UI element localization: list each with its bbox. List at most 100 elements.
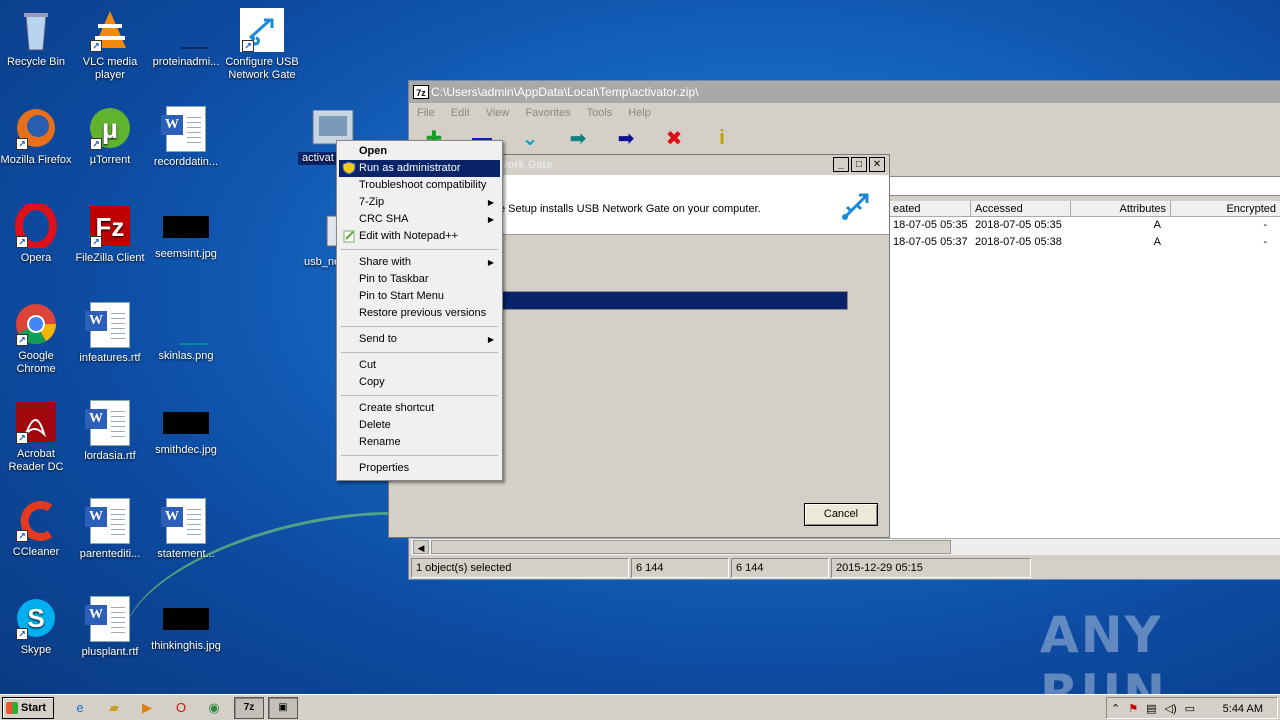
status-size: 6 144: [631, 558, 729, 578]
address-bar[interactable]: [889, 176, 1280, 196]
tray-expand-icon[interactable]: ⌃: [1111, 702, 1120, 715]
setup-message: e Setup installs USB Network Gate on you…: [499, 203, 761, 215]
desktop-icon-opera[interactable]: ↗ Opera: [0, 202, 74, 265]
action-center-icon[interactable]: ⚑: [1128, 702, 1138, 715]
delete-icon[interactable]: ✖: [661, 125, 687, 151]
svg-text:µ: µ: [102, 113, 118, 144]
test-icon[interactable]: ⌄: [517, 125, 543, 151]
usb-gate-icon: ↗: [240, 8, 284, 52]
volume-icon[interactable]: ◁): [1165, 702, 1177, 715]
desktop-icon-chrome[interactable]: ↗ Google Chrome: [0, 302, 74, 376]
table-row[interactable]: 18-07-05 05:35 2018-07-05 05:35 A -: [889, 217, 1280, 234]
menu-item-share-with[interactable]: Share with ▶: [339, 254, 500, 271]
desktop-icon-infeatures[interactable]: W infeatures.rtf: [72, 302, 148, 365]
scroll-left-icon[interactable]: ◀: [413, 540, 429, 554]
column-accessed[interactable]: Accessed: [971, 201, 1071, 216]
menu-edit[interactable]: Edit: [451, 103, 470, 123]
progress-bar: [501, 291, 848, 310]
menu-item-7zip[interactable]: 7-Zip ▶: [339, 194, 500, 211]
desktop-icon-filezilla[interactable]: Fz ↗ FileZilla Client: [72, 204, 148, 265]
menu-item-run-as-administrator[interactable]: Run as administrator: [339, 160, 500, 177]
opera-taskbar-icon[interactable]: O: [171, 698, 191, 718]
clock[interactable]: 5:44 AM: [1223, 698, 1263, 720]
desktop-icon-parentediti[interactable]: W parentediti...: [72, 498, 148, 561]
desktop-icon-statement[interactable]: W statement...: [148, 498, 224, 561]
network-icon[interactable]: ▤: [1146, 702, 1156, 715]
desktop-icon-acrobat[interactable]: ↗ Acrobat Reader DC: [0, 400, 74, 474]
move-icon[interactable]: ➡: [613, 125, 639, 151]
menu-item-edit-notepad[interactable]: Edit with Notepad++: [339, 228, 500, 245]
scrollbar-thumb[interactable]: [431, 540, 951, 554]
cancel-button[interactable]: Cancel: [804, 503, 878, 526]
menu-item-crc-sha[interactable]: CRC SHA ▶: [339, 211, 500, 228]
desktop-icon-recycle-bin[interactable]: Recycle Bin: [0, 8, 74, 69]
menu-item-properties[interactable]: Properties: [339, 460, 500, 477]
menu-item-send-to[interactable]: Send to ▶: [339, 331, 500, 348]
shortcut-arrow-icon: ↗: [16, 530, 28, 542]
desktop-icon-utorrent[interactable]: µ ↗ µTorrent: [72, 106, 148, 167]
taskbar-7zip[interactable]: 7z: [234, 697, 264, 719]
desktop-icon-plusplant[interactable]: W plusplant.rtf: [72, 596, 148, 659]
cell-attributes: A: [1153, 219, 1161, 231]
info-icon[interactable]: i: [709, 125, 735, 151]
desktop-icon-skinlas[interactable]: skinlas.png: [148, 302, 224, 363]
menu-item-delete[interactable]: Delete: [339, 417, 500, 434]
shortcut-arrow-icon: ↗: [16, 236, 28, 248]
menu-file[interactable]: File: [417, 103, 435, 123]
minimize-icon[interactable]: _: [833, 157, 849, 172]
column-created[interactable]: eated: [889, 201, 971, 216]
filezilla-icon: Fz ↗: [88, 204, 132, 248]
menu-item-copy[interactable]: Copy: [339, 374, 500, 391]
column-encrypted[interactable]: Encrypted: [1171, 201, 1280, 216]
close-icon[interactable]: ✕: [869, 157, 885, 172]
desktop-icon-lordasia[interactable]: W lordasia.rtf: [72, 400, 148, 463]
desktop-icon-skype[interactable]: S ↗ Skype: [0, 596, 74, 657]
cell-encrypted: -: [1263, 219, 1267, 231]
vlc-icon: ↗: [88, 8, 132, 52]
taskbar-setup[interactable]: ▣: [268, 697, 298, 719]
start-button[interactable]: Start: [2, 697, 54, 719]
menu-item-restore-versions[interactable]: Restore previous versions: [339, 305, 500, 322]
image-thumbnail: [163, 608, 209, 630]
menu-item-create-shortcut[interactable]: Create shortcut: [339, 400, 500, 417]
desktop-icon-label: parentediti...: [79, 548, 141, 560]
menu-item-open[interactable]: Open: [339, 143, 500, 160]
desktop-icon-thinkinghis[interactable]: thinkinghis.jpg: [148, 596, 224, 653]
desktop-icon-configure-usb[interactable]: ↗ Configure USB Network Gate: [224, 8, 300, 82]
column-attributes[interactable]: Attributes: [1071, 201, 1171, 216]
desktop-icon-smithdec[interactable]: smithdec.jpg: [148, 400, 224, 457]
menu-item-pin-taskbar[interactable]: Pin to Taskbar: [339, 271, 500, 288]
desktop-icon-firefox[interactable]: ↗ Mozilla Firefox: [0, 106, 74, 167]
recycle-bin-icon: [14, 8, 58, 52]
status-modified: 2015-12-29 05:15: [831, 558, 1031, 578]
status-selected: 1 object(s) selected: [411, 558, 629, 578]
desktop-icon-vlc[interactable]: ↗ VLC media player: [72, 8, 148, 82]
menu-help[interactable]: Help: [628, 103, 651, 123]
desktop-icon-proteinadmi[interactable]: proteinadmi...: [148, 8, 224, 69]
menu-separator: [341, 249, 498, 250]
shortcut-arrow-icon: ↗: [90, 138, 102, 150]
menu-item-cut[interactable]: Cut: [339, 357, 500, 374]
menu-item-pin-start[interactable]: Pin to Start Menu: [339, 288, 500, 305]
copy-icon[interactable]: ➡: [565, 125, 591, 151]
word-document-icon: W: [161, 106, 206, 152]
media-player-icon[interactable]: ▶: [137, 698, 157, 718]
7zip-title-bar[interactable]: 7z C:\Users\admin\AppData\Local\Temp\act…: [409, 81, 1280, 103]
chrome-taskbar-icon[interactable]: ◉: [204, 698, 224, 718]
menu-favorites[interactable]: Favorites: [525, 103, 570, 123]
menu-view[interactable]: View: [486, 103, 510, 123]
maximize-icon[interactable]: □: [851, 157, 867, 172]
file-list[interactable]: eated Accessed Attributes Encrypted 18-0…: [889, 201, 1280, 541]
menu-item-troubleshoot[interactable]: Troubleshoot compatibility: [339, 177, 500, 194]
table-row[interactable]: 18-07-05 05:37 2018-07-05 05:38 A -: [889, 234, 1280, 251]
desktop-icon-recorddatin[interactable]: W recorddatin...: [148, 106, 224, 169]
start-label: Start: [21, 702, 47, 714]
horizontal-scrollbar[interactable]: ◀: [411, 538, 1280, 555]
display-icon[interactable]: ▭: [1185, 702, 1195, 715]
desktop-icon-ccleaner[interactable]: ↗ CCleaner: [0, 498, 74, 559]
explorer-icon[interactable]: ▰: [104, 698, 124, 718]
menu-tools[interactable]: Tools: [587, 103, 613, 123]
ie-icon[interactable]: e: [70, 698, 90, 718]
desktop-icon-seemsint[interactable]: seemsint.jpg: [148, 204, 224, 261]
menu-item-rename[interactable]: Rename: [339, 434, 500, 451]
